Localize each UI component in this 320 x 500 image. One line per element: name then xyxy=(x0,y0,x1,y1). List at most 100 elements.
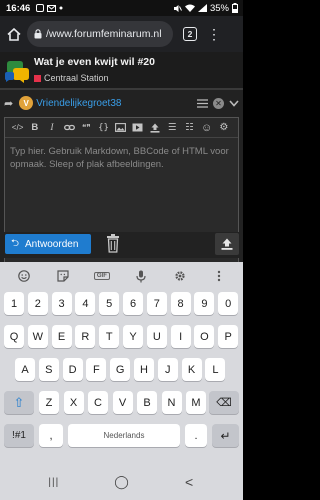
gear-icon[interactable] xyxy=(168,270,192,282)
letter-key[interactable]: O xyxy=(194,325,215,348)
letter-row-bottom: ⇧ ZXCVBNM ⌫ xyxy=(0,391,243,420)
letter-key[interactable]: V xyxy=(112,391,133,414)
status-bar: 16:46 35% xyxy=(0,0,243,16)
gif-icon[interactable]: GIF xyxy=(90,272,114,280)
number-key[interactable]: 9 xyxy=(194,292,215,315)
number-key[interactable]: 5 xyxy=(99,292,120,315)
trash-icon[interactable] xyxy=(106,233,120,253)
space-bar[interactable]: Nederlands xyxy=(68,424,180,447)
keyboard-toolbar: GIF xyxy=(0,262,243,290)
quote-icon[interactable]: ❝❞ xyxy=(78,118,95,138)
upload-button[interactable] xyxy=(215,233,239,255)
comma-key[interactable]: , xyxy=(39,424,63,447)
category-badge[interactable]: Centraal Station xyxy=(34,73,109,83)
tab-switcher-button[interactable]: 2 xyxy=(183,27,197,41)
image-icon[interactable] xyxy=(112,118,129,138)
mail-icon xyxy=(47,4,57,12)
emoji-icon[interactable] xyxy=(12,270,36,282)
url-text: /www.forumfeminarum.nl xyxy=(46,28,162,40)
letter-key[interactable]: T xyxy=(99,325,120,348)
home-button[interactable]: ◯ xyxy=(111,474,131,490)
system-nav-bar: ||| ◯ < xyxy=(0,464,243,500)
letter-key[interactable]: L xyxy=(205,358,226,381)
number-key[interactable]: 8 xyxy=(170,292,191,315)
composer-actions: ⮌ Antwoorden xyxy=(0,232,243,258)
chevron-down-icon[interactable] xyxy=(229,99,239,107)
letter-key[interactable]: W xyxy=(27,325,48,348)
reply-textarea[interactable]: Typ hier. Gebruik Markdown, BBCode of HT… xyxy=(5,138,238,178)
letter-row-middle: ASDFGHJKL xyxy=(0,358,243,387)
notification-icon xyxy=(36,4,45,12)
code-icon[interactable]: {} xyxy=(95,118,112,138)
letter-key[interactable]: U xyxy=(146,325,167,348)
editor-toolbar: </> B I ❝❞ {} ☰ ☷ ☺ ⚙ xyxy=(5,118,238,138)
letter-key[interactable]: Y xyxy=(123,325,143,348)
letter-key[interactable]: I xyxy=(170,325,191,348)
symbols-key[interactable]: !#1 xyxy=(4,424,34,447)
reply-to-username[interactable]: Vriendelijkegroet38 xyxy=(36,98,121,109)
microphone-icon[interactable] xyxy=(129,270,153,283)
letter-key[interactable]: P xyxy=(218,325,239,348)
letter-key[interactable]: A xyxy=(15,358,35,381)
number-key[interactable]: 2 xyxy=(27,292,48,315)
letter-key[interactable]: X xyxy=(63,391,84,414)
emoji-icon[interactable]: ☺ xyxy=(198,118,215,138)
shift-key[interactable]: ⇧ xyxy=(4,391,34,414)
number-key[interactable]: 7 xyxy=(146,292,167,315)
more-icon[interactable] xyxy=(207,270,231,282)
number-row: 1234567890 xyxy=(0,292,243,321)
topic-header: Wat je even kwijt wil #20 Centraal Stati… xyxy=(0,52,243,88)
video-icon[interactable] xyxy=(129,118,146,138)
italic-button[interactable]: I xyxy=(43,118,60,138)
letter-key[interactable]: G xyxy=(110,358,131,381)
letter-key[interactable]: S xyxy=(38,358,59,381)
letter-key[interactable]: K xyxy=(181,358,202,381)
reply-submit-label: Antwoorden xyxy=(25,238,79,250)
letter-key[interactable]: E xyxy=(51,325,72,348)
number-key[interactable]: 1 xyxy=(4,292,24,315)
signal-icon xyxy=(197,4,207,12)
letter-key[interactable]: D xyxy=(62,358,83,381)
letter-key[interactable]: R xyxy=(75,325,96,348)
close-icon[interactable]: ✕ xyxy=(213,97,224,109)
backspace-key[interactable]: ⌫ xyxy=(209,391,239,414)
code-tag-icon[interactable]: </> xyxy=(9,118,26,138)
home-icon[interactable] xyxy=(4,27,24,41)
letter-key[interactable]: J xyxy=(157,358,178,381)
number-key[interactable]: 3 xyxy=(51,292,72,315)
avatar: V xyxy=(19,96,34,110)
letter-key[interactable]: Z xyxy=(39,391,59,414)
letter-key[interactable]: B xyxy=(137,391,157,414)
number-key[interactable]: 6 xyxy=(123,292,143,315)
battery-icon xyxy=(232,3,238,13)
browser-menu-button[interactable]: ⋮ xyxy=(207,27,221,41)
letter-key[interactable]: Q xyxy=(4,325,24,348)
topic-title[interactable]: Wat je even kwijt wil #20 xyxy=(34,56,155,68)
back-button[interactable]: < xyxy=(179,474,199,490)
number-key[interactable]: 0 xyxy=(218,292,239,315)
letter-key[interactable]: F xyxy=(86,358,107,381)
gear-icon[interactable]: ⚙ xyxy=(215,118,232,138)
drag-handle-icon[interactable] xyxy=(197,98,208,108)
sticker-icon[interactable] xyxy=(51,270,75,282)
category-color-swatch xyxy=(34,74,41,82)
letter-key[interactable]: C xyxy=(88,391,108,414)
letter-key[interactable]: H xyxy=(134,358,154,381)
space-row: !#1 , Nederlands . ↵ xyxy=(0,424,243,453)
bullet-list-icon[interactable]: ☰ xyxy=(164,118,181,138)
enter-key[interactable]: ↵ xyxy=(212,424,239,447)
address-bar[interactable]: /www.forumfeminarum.nl xyxy=(27,21,173,47)
numbered-list-icon[interactable]: ☷ xyxy=(181,118,198,138)
upload-icon[interactable] xyxy=(147,118,164,138)
link-icon[interactable] xyxy=(61,118,78,138)
letter-key[interactable]: M xyxy=(186,391,206,414)
letter-key[interactable]: N xyxy=(161,391,182,414)
browser-toolbar: /www.forumfeminarum.nl 2 ⋮ xyxy=(0,16,243,52)
bold-button[interactable]: B xyxy=(26,118,43,138)
mute-icon xyxy=(173,4,182,13)
period-key[interactable]: . xyxy=(185,424,207,447)
number-key[interactable]: 4 xyxy=(75,292,96,315)
recents-button[interactable]: ||| xyxy=(44,477,64,488)
reply-submit-button[interactable]: ⮌ Antwoorden xyxy=(5,234,91,254)
forum-logo[interactable] xyxy=(4,60,30,84)
